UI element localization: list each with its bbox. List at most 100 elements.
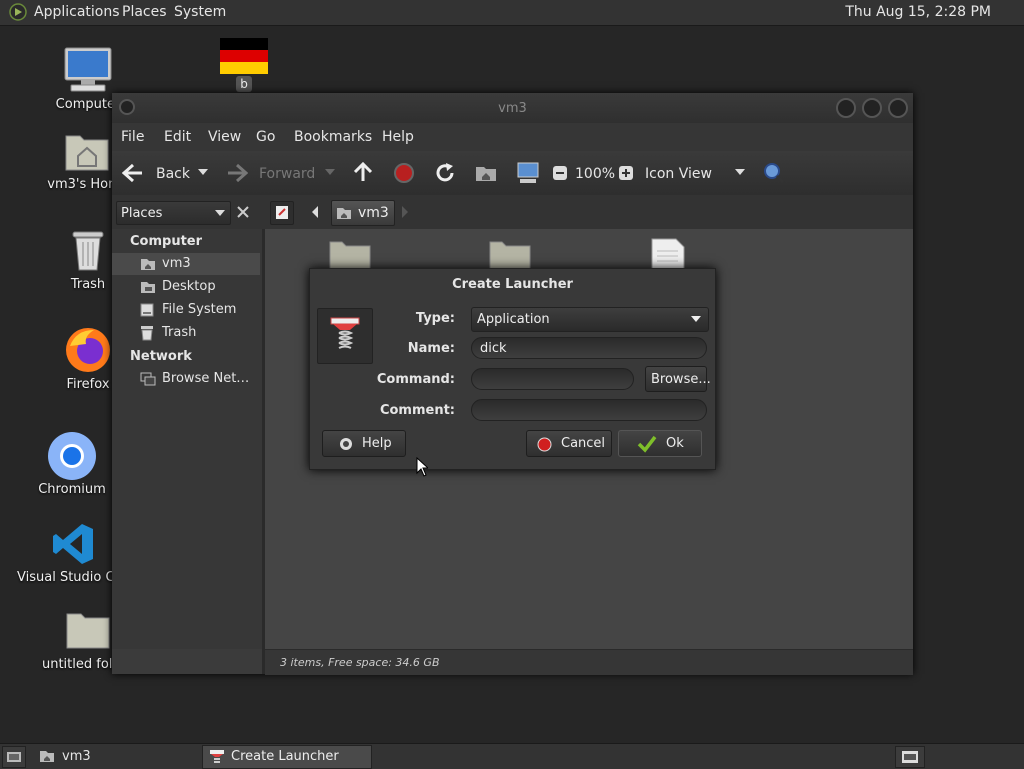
show-desktop-button[interactable] <box>2 746 26 768</box>
reload-icon[interactable] <box>434 162 456 184</box>
comment-field[interactable] <box>471 399 707 421</box>
help-button[interactable]: Help <box>322 430 406 457</box>
name-field[interactable] <box>471 337 707 359</box>
system-menu[interactable]: System <box>174 4 226 20</box>
vscode-icon <box>53 524 93 564</box>
sidebar-item-browse-network[interactable]: Browse Net… <box>134 368 260 390</box>
window-title: vm3 <box>498 101 527 116</box>
command-field[interactable] <box>471 368 634 390</box>
type-select[interactable]: Application <box>471 307 709 332</box>
window-titlebar[interactable]: vm3 <box>112 93 913 123</box>
desktop-icon-keyboard-layout[interactable]: b <box>220 38 268 94</box>
sidebar-item-label: vm3 <box>162 256 191 271</box>
zoom-level: 100% <box>575 166 616 182</box>
top-panel: Applications Places System Thu Aug 15, 2… <box>0 0 1024 26</box>
create-launcher-dialog: Create Launcher Type: Application Name: … <box>309 268 716 470</box>
toggle-location-button[interactable] <box>270 201 294 225</box>
taskbar-item-vm3[interactable]: vm3 <box>32 745 198 767</box>
maximize-button[interactable] <box>862 98 882 118</box>
sidebar-item-label: File System <box>162 302 237 317</box>
workspace-switcher[interactable] <box>895 746 925 768</box>
desktop-icon-chromium[interactable]: Chromium <box>17 430 127 500</box>
path-right-arrow-icon[interactable] <box>401 206 409 218</box>
menu-view[interactable]: View <box>208 129 241 145</box>
clock[interactable]: Thu Aug 15, 2:28 PM <box>845 4 991 20</box>
sidebar-type-value: Places <box>121 206 163 221</box>
chevron-down-icon <box>691 316 701 322</box>
taskbar: vm3 Create Launcher <box>0 743 1024 769</box>
forward-arrow-icon[interactable] <box>226 163 248 183</box>
zoom-out-icon[interactable] <box>552 165 568 181</box>
folder-icon <box>66 613 110 649</box>
help-button-label: Help <box>362 436 392 451</box>
type-label: Type: <box>415 311 455 326</box>
path-button-vm3[interactable]: vm3 <box>331 200 395 226</box>
up-arrow-icon[interactable] <box>353 161 373 183</box>
cancel-button-label: Cancel <box>561 436 606 451</box>
folder-icon[interactable] <box>488 238 532 268</box>
zoom-in-icon[interactable] <box>618 165 634 181</box>
home-folder-icon <box>337 208 351 219</box>
menubar: File Edit View Go Bookmarks Help <box>112 123 913 151</box>
help-icon <box>340 438 352 450</box>
search-icon[interactable] <box>763 162 785 184</box>
desktop-icon-vscode[interactable]: Visual Studio Code <box>17 520 127 590</box>
ok-button[interactable]: Ok <box>618 430 702 457</box>
back-arrow-icon[interactable] <box>122 163 144 183</box>
desktop-folder-icon <box>141 282 155 293</box>
sidebar-item-desktop[interactable]: Desktop <box>134 276 260 298</box>
dialog-title: Create Launcher <box>452 277 573 292</box>
computer-icon[interactable] <box>516 162 540 184</box>
document-icon[interactable] <box>650 237 686 269</box>
ok-button-label: Ok <box>666 436 684 451</box>
desktop-icon-label: Visual Studio Code <box>17 570 127 585</box>
taskbar-item-create-launcher[interactable]: Create Launcher <box>202 745 372 769</box>
taskbar-item-label: Create Launcher <box>231 749 339 764</box>
comment-label: Comment: <box>379 403 455 418</box>
menu-edit[interactable]: Edit <box>164 129 191 145</box>
chromium-icon <box>48 432 96 480</box>
sidebar-header-network: Network <box>130 349 192 364</box>
menu-bookmarks[interactable]: Bookmarks <box>294 129 372 145</box>
sidebar-item-vm3[interactable]: vm3 <box>112 253 260 275</box>
view-mode-chevron-icon[interactable] <box>735 169 745 176</box>
stop-icon[interactable] <box>393 162 415 184</box>
forward-history-chevron-icon[interactable] <box>325 169 335 176</box>
cancel-icon <box>537 437 552 452</box>
status-text: 3 items, Free space: 34.6 GB <box>280 656 440 669</box>
sidebar-item-label: Desktop <box>162 279 216 294</box>
close-sidebar-icon[interactable] <box>236 205 250 219</box>
sidebar-item-trash[interactable]: Trash <box>134 322 260 344</box>
drive-icon <box>140 303 154 317</box>
type-value: Application <box>477 312 550 327</box>
mouse-cursor-icon <box>416 457 428 477</box>
sidebar-item-file-system[interactable]: File System <box>134 299 260 321</box>
german-flag-icon <box>220 38 268 74</box>
browse-button[interactable]: Browse... <box>645 366 711 392</box>
forward-button[interactable]: Forward <box>259 166 315 182</box>
cancel-button[interactable]: Cancel <box>526 430 612 457</box>
menu-file[interactable]: File <box>121 129 144 145</box>
menu-help[interactable]: Help <box>382 129 414 145</box>
minimize-button[interactable] <box>836 98 856 118</box>
menu-go[interactable]: Go <box>256 129 275 145</box>
home-folder-icon <box>141 259 155 270</box>
sidebar-item-label: Trash <box>162 325 197 340</box>
back-button[interactable]: Back <box>156 166 190 182</box>
show-desktop-icon <box>7 752 21 762</box>
close-button[interactable] <box>888 98 908 118</box>
path-left-arrow-icon[interactable] <box>310 206 320 218</box>
folder-icon[interactable] <box>328 238 372 268</box>
places-menu[interactable]: Places <box>122 4 167 20</box>
home-folder-icon <box>65 135 109 171</box>
name-label: Name: <box>407 341 455 356</box>
firefox-icon <box>66 328 110 372</box>
taskbar-item-label: vm3 <box>62 749 91 764</box>
back-history-chevron-icon[interactable] <box>198 169 208 176</box>
view-mode-select[interactable]: Icon View <box>645 166 712 182</box>
home-icon[interactable] <box>475 163 497 183</box>
applications-menu[interactable]: Applications <box>34 4 120 20</box>
distro-logo-icon[interactable] <box>9 3 27 21</box>
workspace-icon <box>902 751 918 763</box>
sidebar-type-select[interactable]: Places <box>116 201 231 225</box>
